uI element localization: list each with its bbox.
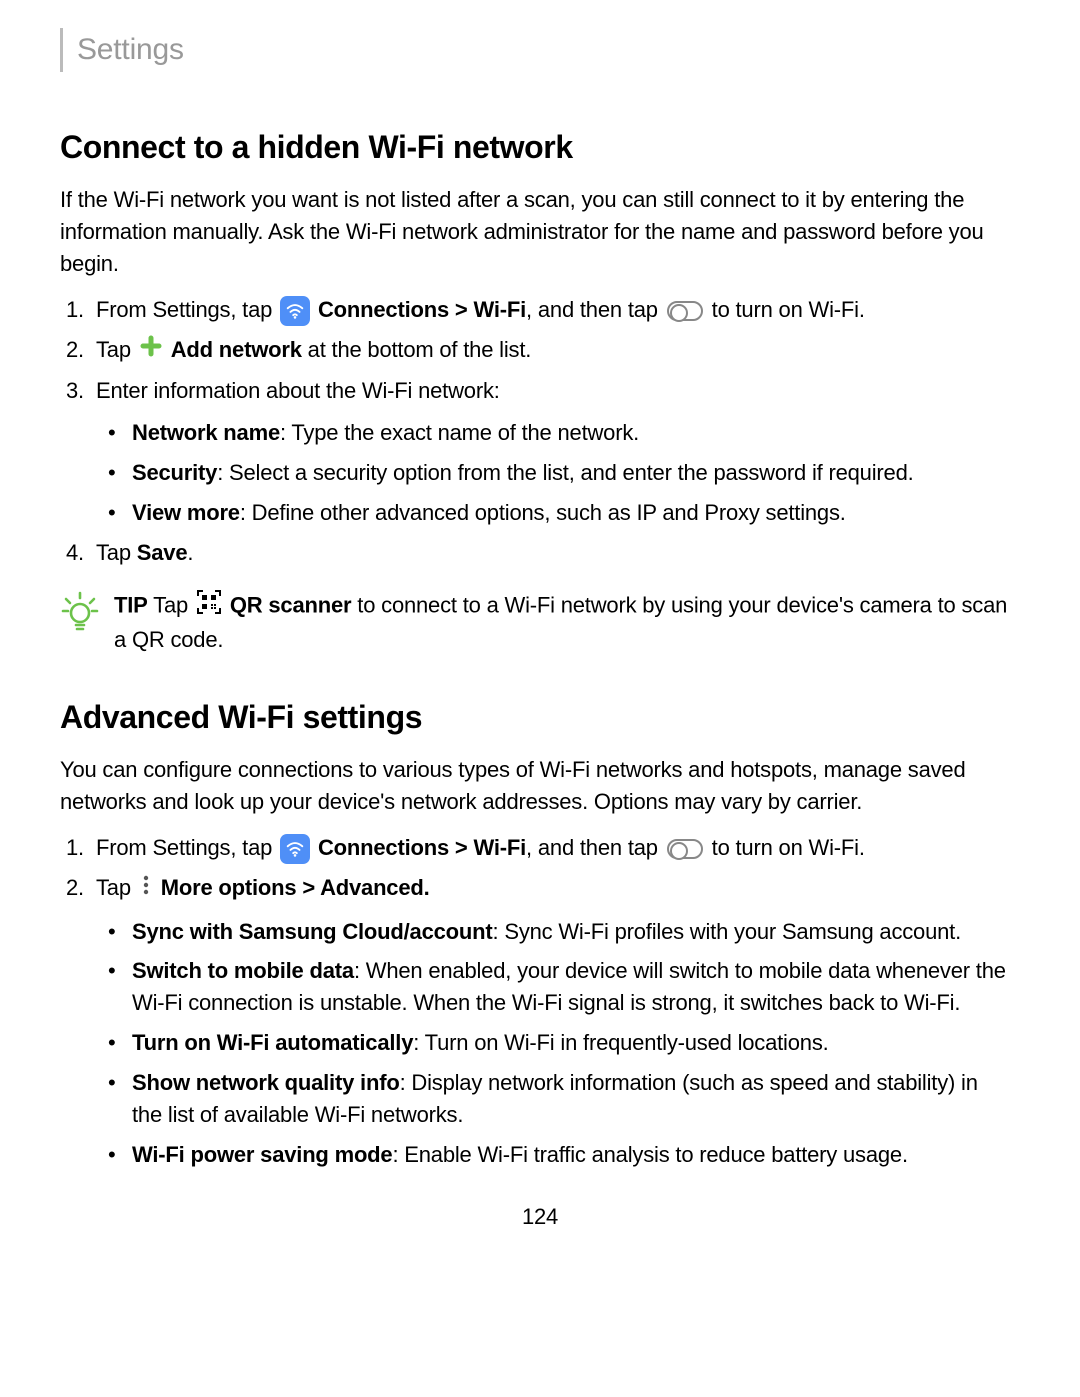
step4-save-label: Save <box>137 540 188 565</box>
section-heading-advanced: Advanced Wi-Fi settings <box>60 694 1020 740</box>
step2-pre: Tap <box>96 337 131 362</box>
qr-scanner-icon <box>196 589 222 624</box>
page-number: 124 <box>60 1201 1020 1233</box>
step3-bullets: Network name: Type the exact name of the… <box>96 417 1020 529</box>
adv-step1-mid: , and then tap <box>526 835 658 860</box>
step-3: Enter information about the Wi-Fi networ… <box>96 375 1020 529</box>
adv-b5-label: Wi-Fi power saving mode <box>132 1142 392 1167</box>
adv-b1-label: Sync with Samsung Cloud/account <box>132 919 493 944</box>
bullet-view-more: View more: Define other advanced options… <box>132 497 1020 529</box>
section1-intro: If the Wi-Fi network you want is not lis… <box>60 184 1020 280</box>
step1-pre: From Settings, tap <box>96 297 272 322</box>
adv-step1-pre: From Settings, tap <box>96 835 272 860</box>
b3-text: : Define other advanced options, such as… <box>240 500 846 525</box>
section1-steps: From Settings, tap Connections > Wi-Fi, … <box>60 294 1020 569</box>
adv-step1-post: to turn on Wi-Fi. <box>712 835 865 860</box>
step1-connections-label: Connections > Wi-Fi <box>318 297 526 322</box>
step-4: Tap Save. <box>96 537 1020 569</box>
adv-step-1: From Settings, tap Connections > Wi-Fi, … <box>96 832 1020 864</box>
bullet-network-name: Network name: Type the exact name of the… <box>132 417 1020 449</box>
b2-label: Security <box>132 460 217 485</box>
bullet-auto-wifi: Turn on Wi-Fi automatically: Turn on Wi-… <box>132 1027 1020 1059</box>
b1-label: Network name <box>132 420 280 445</box>
adv-step2-bold: More options > Advanced. <box>161 875 430 900</box>
tip-pre: Tap <box>148 592 188 617</box>
tip-label: TIP <box>114 592 148 617</box>
more-options-icon <box>141 873 151 906</box>
wifi-icon <box>280 296 310 326</box>
bullet-network-quality: Show network quality info: Display netwo… <box>132 1067 1020 1131</box>
adv-step2-pre: Tap <box>96 875 131 900</box>
wifi-icon <box>280 834 310 864</box>
step-1: From Settings, tap Connections > Wi-Fi, … <box>96 294 1020 326</box>
bullet-switch-mobile: Switch to mobile data: When enabled, you… <box>132 955 1020 1019</box>
step1-mid: , and then tap <box>526 297 658 322</box>
page-header: Settings <box>60 28 1020 72</box>
adv-step2-bullets: Sync with Samsung Cloud/account: Sync Wi… <box>96 916 1020 1171</box>
toggle-icon <box>667 301 703 321</box>
b2-text: : Select a security option from the list… <box>217 460 913 485</box>
plus-icon <box>139 334 163 367</box>
adv-step1-connections-label: Connections > Wi-Fi <box>318 835 526 860</box>
adv-b3-label: Turn on Wi-Fi automatically <box>132 1030 413 1055</box>
adv-step-2: Tap More options > Advanced. Sync with S… <box>96 872 1020 1171</box>
adv-b5-text: : Enable Wi-Fi traffic analysis to reduc… <box>392 1142 907 1167</box>
adv-b4-label: Show network quality info <box>132 1070 400 1095</box>
tip-text: TIP Tap QR scanner to connect to a Wi-Fi… <box>114 589 1020 656</box>
adv-b3-text: : Turn on Wi-Fi in frequently-used locat… <box>413 1030 828 1055</box>
step2-post: at the bottom of the list. <box>308 337 531 362</box>
bullet-power-saving: Wi-Fi power saving mode: Enable Wi-Fi tr… <box>132 1139 1020 1171</box>
b3-label: View more <box>132 500 240 525</box>
step2-add-network-label: Add network <box>171 337 302 362</box>
adv-b2-label: Switch to mobile data <box>132 958 354 983</box>
header-title: Settings <box>77 33 184 66</box>
bullet-sync-cloud: Sync with Samsung Cloud/account: Sync Wi… <box>132 916 1020 948</box>
section-heading-hidden-wifi: Connect to a hidden Wi-Fi network <box>60 124 1020 170</box>
step4-pre: Tap <box>96 540 137 565</box>
step3-text: Enter information about the Wi-Fi networ… <box>96 378 500 403</box>
adv-b1-text: : Sync Wi-Fi profiles with your Samsung … <box>493 919 961 944</box>
b1-text: : Type the exact name of the network. <box>280 420 639 445</box>
section2-steps: From Settings, tap Connections > Wi-Fi, … <box>60 832 1020 1171</box>
bullet-security: Security: Select a security option from … <box>132 457 1020 489</box>
tip-qr-label: QR scanner <box>230 592 352 617</box>
step1-post: to turn on Wi-Fi. <box>712 297 865 322</box>
tip-block: TIP Tap QR scanner to connect to a Wi-Fi… <box>60 589 1020 656</box>
section2-intro: You can configure connections to various… <box>60 754 1020 818</box>
lightbulb-icon <box>60 591 100 642</box>
step4-post: . <box>187 540 193 565</box>
step-2: Tap Add network at the bottom of the lis… <box>96 334 1020 368</box>
toggle-icon <box>667 839 703 859</box>
